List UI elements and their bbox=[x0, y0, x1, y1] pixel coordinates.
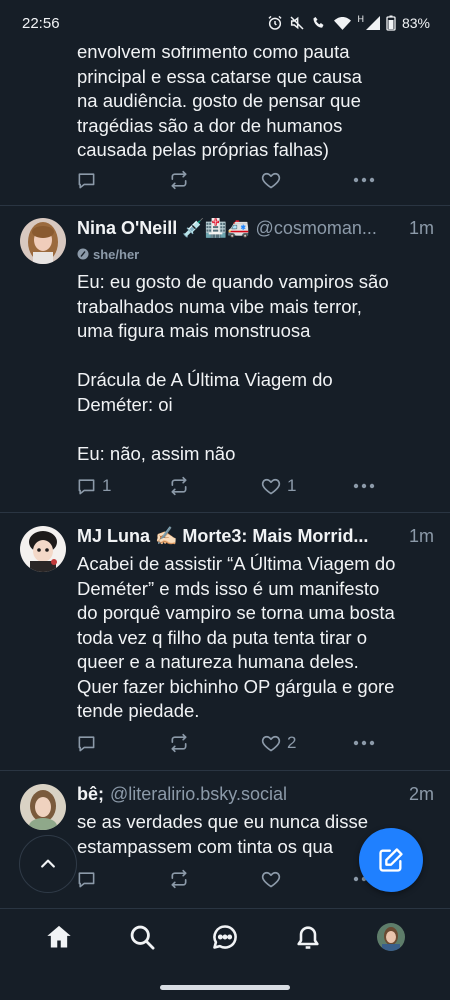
reply-icon bbox=[78, 871, 95, 887]
more-button[interactable] bbox=[353, 483, 375, 489]
post-text: Eu: eu gosto de quando vampiros são trab… bbox=[77, 271, 389, 464]
post-time: 2m bbox=[408, 784, 434, 804]
wifi-call-icon bbox=[313, 17, 324, 28]
like-button[interactable]: 2 bbox=[261, 733, 353, 753]
avatar[interactable] bbox=[20, 526, 66, 572]
compose-button[interactable] bbox=[359, 828, 423, 892]
status-bar: 22:56 H 83% bbox=[0, 0, 450, 46]
like-button[interactable] bbox=[261, 869, 353, 889]
battery-icon bbox=[386, 15, 396, 31]
reply-count: 1 bbox=[102, 476, 112, 495]
post-text: Acabei de assistir “A Última Viagem do D… bbox=[77, 553, 396, 721]
nav-profile[interactable] bbox=[367, 913, 415, 961]
author-handle[interactable]: @literalirio.bsky.social bbox=[110, 784, 287, 805]
repost-button[interactable] bbox=[169, 733, 261, 753]
reply-button[interactable]: 1 bbox=[77, 476, 169, 496]
like-count: 1 bbox=[287, 476, 297, 495]
more-icon bbox=[353, 177, 375, 183]
repost-button[interactable] bbox=[169, 476, 261, 496]
post-time: 1m bbox=[408, 218, 434, 238]
post-time: 1m bbox=[408, 526, 434, 546]
mute-icon bbox=[290, 16, 304, 30]
signal-icon bbox=[365, 16, 380, 30]
nav-home[interactable] bbox=[35, 913, 83, 961]
status-time: 22:56 bbox=[22, 14, 60, 32]
heart-icon bbox=[261, 735, 281, 752]
avatar bbox=[376, 923, 405, 951]
wifi-icon bbox=[334, 16, 352, 30]
heart-icon bbox=[261, 871, 281, 888]
bottom-nav bbox=[0, 908, 450, 1000]
pronouns-text: she/her bbox=[93, 246, 140, 262]
gesture-bar[interactable] bbox=[160, 985, 290, 990]
home-icon bbox=[47, 925, 72, 948]
more-button[interactable] bbox=[353, 177, 375, 183]
chevron-up-icon bbox=[41, 859, 55, 868]
post-item[interactable]: MJ Luna ✍🏻 Morte3: Mais Morrid... 1m Aca… bbox=[0, 513, 450, 771]
battery-percent: 83% bbox=[401, 15, 430, 31]
pronouns-label: she/her bbox=[77, 244, 434, 264]
heart-icon bbox=[261, 172, 281, 189]
nav-chat[interactable] bbox=[201, 913, 249, 961]
status-icons: H 83% bbox=[267, 14, 430, 31]
repost-icon bbox=[171, 733, 187, 753]
reply-button[interactable] bbox=[77, 870, 169, 889]
like-count: 2 bbox=[287, 733, 297, 752]
author-name[interactable]: bê; bbox=[77, 784, 104, 805]
like-button[interactable] bbox=[261, 170, 353, 190]
post-header: Nina O'Neill 💉🏥🚑 @cosmoman... 1m bbox=[77, 218, 434, 244]
avatar[interactable] bbox=[20, 218, 66, 264]
compose-icon bbox=[379, 848, 403, 872]
repost-icon bbox=[171, 869, 187, 889]
post-header: MJ Luna ✍🏻 Morte3: Mais Morrid... 1m bbox=[77, 526, 434, 552]
post-actions bbox=[77, 168, 377, 192]
author-name[interactable]: Nina O'Neill 💉🏥🚑 bbox=[77, 218, 250, 239]
reply-button[interactable] bbox=[77, 734, 169, 753]
repost-button[interactable] bbox=[169, 170, 261, 190]
nav-search[interactable] bbox=[118, 913, 166, 961]
search-icon bbox=[130, 925, 155, 950]
network-label: H bbox=[357, 14, 364, 24]
repost-button[interactable] bbox=[169, 869, 261, 889]
repost-icon bbox=[171, 476, 187, 496]
feed: envolvem sofrimento como pauta principal… bbox=[0, 0, 450, 908]
more-icon bbox=[353, 483, 375, 489]
pronouns-icon bbox=[77, 248, 89, 260]
scroll-top-button[interactable] bbox=[19, 835, 77, 893]
post-text: envolvem sofrimento como pauta principal… bbox=[77, 41, 362, 160]
nav-notifications[interactable] bbox=[284, 913, 332, 961]
more-icon bbox=[353, 740, 375, 746]
author-name[interactable]: MJ Luna ✍🏻 Morte3: Mais Morrid... bbox=[77, 526, 368, 547]
heart-icon bbox=[261, 478, 281, 495]
post-header: bê; @literalirio.bsky.social 2m bbox=[77, 784, 434, 810]
post-actions: 2 bbox=[77, 731, 377, 755]
chat-icon bbox=[213, 925, 237, 949]
post-item[interactable]: Nina O'Neill 💉🏥🚑 @cosmoman... 1m she/her… bbox=[0, 206, 450, 513]
avatar[interactable] bbox=[20, 784, 66, 830]
reply-icon bbox=[78, 172, 95, 188]
alarm-icon bbox=[268, 15, 282, 30]
reply-button[interactable] bbox=[77, 171, 169, 190]
bell-icon bbox=[297, 926, 319, 949]
more-button[interactable] bbox=[353, 740, 375, 746]
reply-icon bbox=[78, 735, 95, 751]
author-handle[interactable]: @cosmoman... bbox=[256, 218, 377, 239]
reply-icon bbox=[78, 478, 95, 494]
repost-icon bbox=[171, 170, 187, 190]
post-actions: 1 1 bbox=[77, 474, 377, 498]
like-button[interactable]: 1 bbox=[261, 476, 353, 496]
post-actions bbox=[77, 867, 377, 891]
